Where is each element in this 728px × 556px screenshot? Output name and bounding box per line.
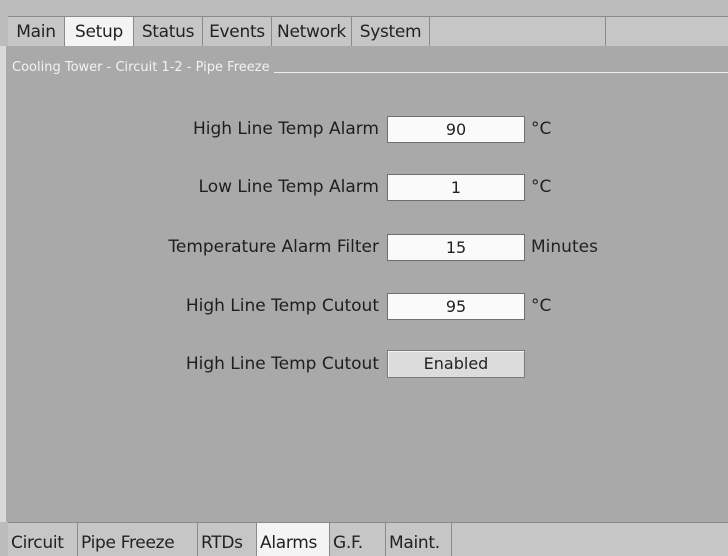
top-tab-bar: Main Setup Status Events Network System xyxy=(8,16,728,48)
tab-rtds[interactable]: RTDs xyxy=(198,523,257,556)
tab-maint[interactable]: Maint. xyxy=(386,523,452,556)
tab-empty xyxy=(430,17,606,47)
low-line-alarm-label: Low Line Temp Alarm xyxy=(198,177,379,197)
setting-row-high-line-alarm: High Line Temp Alarm 90 °C xyxy=(0,114,728,144)
high-line-alarm-unit: °C xyxy=(531,119,552,139)
high-line-cutout-unit: °C xyxy=(531,296,552,316)
cutout-enabled-button[interactable]: Enabled xyxy=(387,350,525,378)
tab-main[interactable]: Main xyxy=(8,17,65,47)
tab-events[interactable]: Events xyxy=(203,17,272,47)
high-line-alarm-label: High Line Temp Alarm xyxy=(192,119,379,139)
alarm-filter-unit: Minutes xyxy=(531,237,598,257)
bottom-tab-empty xyxy=(452,523,728,556)
setting-row-alarm-filter: Temperature Alarm Filter 15 Minutes xyxy=(0,232,728,262)
tab-circuit[interactable]: Circuit xyxy=(8,523,78,556)
setting-row-low-line-alarm: Low Line Temp Alarm 1 °C xyxy=(0,172,728,202)
bottom-tab-bar: Circuit Pipe Freeze RTDs Alarms G.F. Mai… xyxy=(8,522,728,556)
low-line-alarm-input[interactable]: 1 xyxy=(387,174,525,201)
tab-setup[interactable]: Setup xyxy=(65,17,134,47)
setting-row-cutout-toggle: High Line Temp Cutout Enabled xyxy=(0,349,728,379)
cutout-toggle-label: High Line Temp Cutout xyxy=(185,354,379,374)
tab-system[interactable]: System xyxy=(352,17,430,47)
high-line-cutout-input[interactable]: 95 xyxy=(387,293,525,320)
high-line-cutout-label: High Line Temp Cutout xyxy=(185,296,379,316)
tab-status[interactable]: Status xyxy=(134,17,203,47)
tab-empty-end xyxy=(606,17,728,47)
setting-row-high-line-cutout: High Line Temp Cutout 95 °C xyxy=(0,291,728,321)
alarm-filter-input[interactable]: 15 xyxy=(387,234,525,261)
high-line-alarm-input[interactable]: 90 xyxy=(387,116,525,143)
tab-pipe-freeze[interactable]: Pipe Freeze xyxy=(78,523,198,556)
tab-alarms[interactable]: Alarms xyxy=(257,523,330,556)
section-title: Cooling Tower - Circuit 1-2 - Pipe Freez… xyxy=(10,60,274,75)
tab-gf[interactable]: G.F. xyxy=(330,523,386,556)
low-line-alarm-unit: °C xyxy=(531,177,552,197)
alarm-filter-label: Temperature Alarm Filter xyxy=(168,237,379,257)
tab-network[interactable]: Network xyxy=(272,17,352,47)
